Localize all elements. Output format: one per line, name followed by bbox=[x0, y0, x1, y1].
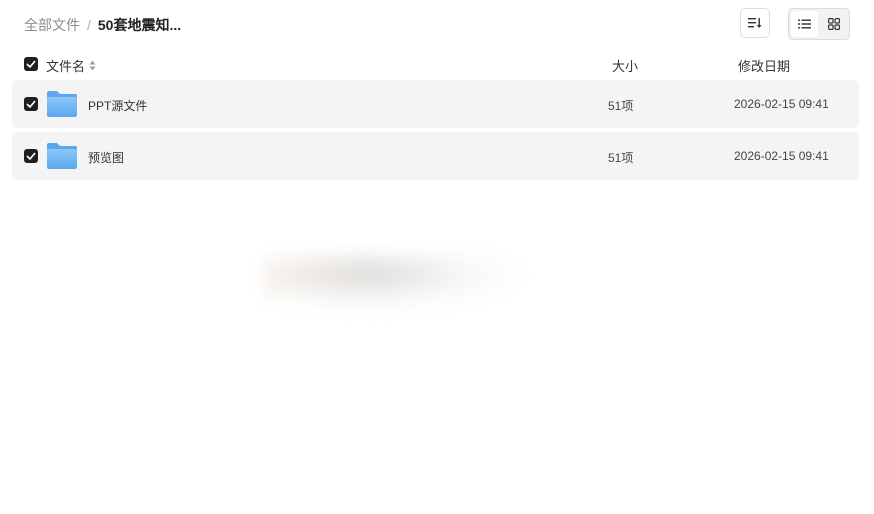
grid-view-button[interactable] bbox=[820, 11, 847, 37]
list-view-button[interactable] bbox=[791, 11, 818, 37]
date-column-header: 修改日期 bbox=[738, 59, 791, 74]
drag-shadow bbox=[262, 252, 532, 316]
check-icon bbox=[26, 60, 36, 68]
file-name[interactable]: 预览图 bbox=[88, 149, 124, 166]
size-column-header: 大小 bbox=[612, 59, 639, 74]
row-checkbox[interactable] bbox=[24, 149, 38, 163]
file-name[interactable]: PPT源文件 bbox=[88, 97, 147, 114]
file-date: 2026-02-15 09:41 bbox=[734, 97, 829, 111]
select-all-checkbox[interactable] bbox=[24, 57, 38, 71]
row-checkbox[interactable] bbox=[24, 97, 38, 111]
view-toggle bbox=[788, 8, 850, 40]
sort-toggle-icon bbox=[89, 60, 96, 71]
file-size: 51项 bbox=[608, 151, 634, 165]
breadcrumb: 全部文件 / 50套地震知... bbox=[24, 15, 181, 35]
sort-icon bbox=[748, 18, 762, 28]
name-column-label: 文件名 bbox=[46, 59, 86, 74]
grid-view-icon bbox=[827, 18, 840, 30]
list-view-icon bbox=[798, 19, 811, 29]
folder-icon bbox=[47, 91, 77, 117]
breadcrumb-current: 50套地震知... bbox=[97, 17, 182, 33]
sort-button[interactable] bbox=[740, 8, 770, 38]
check-icon bbox=[26, 100, 36, 108]
breadcrumb-separator: / bbox=[87, 17, 91, 33]
file-size: 51项 bbox=[608, 99, 634, 113]
list-header: 文件名 大小 修改日期 bbox=[0, 52, 874, 76]
file-row[interactable]: PPT源文件 51项 2026-02-15 09:41 bbox=[12, 80, 859, 128]
check-icon bbox=[26, 152, 36, 160]
name-column-header[interactable]: 文件名 bbox=[46, 56, 96, 75]
file-date: 2026-02-15 09:41 bbox=[734, 149, 829, 163]
folder-icon bbox=[47, 143, 77, 169]
file-row[interactable]: 预览图 51项 2026-02-15 09:41 bbox=[12, 132, 859, 180]
top-bar: 全部文件 / 50套地震知... bbox=[0, 0, 874, 48]
breadcrumb-root-link[interactable]: 全部文件 bbox=[24, 15, 80, 35]
